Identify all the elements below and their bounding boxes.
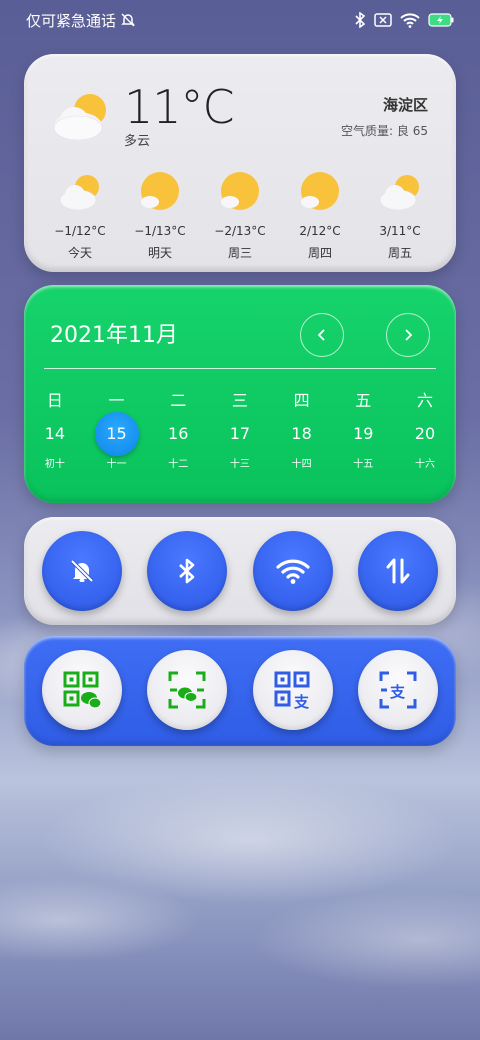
silent-bell-icon [70,559,94,583]
calendar-day-today[interactable]: 15 [94,412,139,456]
no-sim-icon [374,13,392,27]
wechat-scan-button[interactable] [147,650,228,730]
forecast-item: −1/13°C 明天 [120,172,200,261]
calendar-day[interactable]: 19 [341,412,385,456]
weekday-label: 二 [170,391,187,410]
lunar-date: 十六 [414,459,435,470]
wifi-toggle[interactable] [252,531,333,611]
weather-widget[interactable]: 11°C 多云 海淀区 空气质量: 良 65 −1/12°C 今天 −1/13°… [24,54,456,272]
svg-text:支: 支 [293,693,310,710]
weather-condition: 多云 [124,134,151,149]
partly-cloudy-icon [378,172,422,216]
forecast-temp: 3/11°C [379,224,421,238]
forecast-item: 3/11°C 周五 [360,172,440,261]
weekday-label: 六 [416,391,433,410]
day-row: 14 15 16 17 18 19 20 [24,412,456,456]
forecast-day: 明天 [147,246,172,260]
payment-shortcuts-widget: 支 支 [24,636,456,746]
wechat-pay-code-icon [63,671,102,709]
forecast-day: 周五 [387,246,412,260]
calendar-month-title: 2021年11月 [50,323,178,348]
calendar-widget[interactable]: 2021年11月 日 一 二 三 四 五 六 14 15 16 17 18 19… [24,285,456,503]
bluetooth-icon [179,558,195,584]
weekday-label: 日 [46,391,63,410]
battery-charging-icon [428,13,454,27]
alipay-pay-code-button[interactable]: 支 [252,650,333,730]
lunar-date: 十三 [229,459,250,470]
calendar-day[interactable]: 18 [280,412,324,456]
forecast-temp: 2/12°C [299,224,341,238]
lunar-date: 初十 [44,459,65,470]
chevron-left-icon [317,329,325,341]
bluetooth-icon [354,12,366,28]
sunny-cloud-icon [218,172,262,216]
lunar-row: 初十 十一 十二 十三 十四 十五 十六 [24,455,456,470]
forecast-temp: −1/13°C [134,224,186,238]
sunny-cloud-icon [138,172,182,216]
weekday-header: 日 一 二 三 四 五 六 [24,387,456,411]
partly-cloudy-icon [52,92,110,148]
mobile-data-icon [386,558,410,584]
calendar-day[interactable]: 16 [156,412,200,456]
weekday-label: 一 [108,391,125,410]
forecast-item: 2/12°C 周四 [280,172,360,261]
lunar-date: 十五 [353,459,374,470]
next-month-button[interactable] [386,313,430,357]
alipay-pay-code-icon: 支 [274,671,310,710]
forecast-item: −1/12°C 今天 [40,172,120,261]
lunar-date: 十一 [106,459,127,470]
air-quality-label: 空气质量: 良 65 [341,124,428,138]
toggle-row [42,531,438,611]
chevron-right-icon [405,329,413,341]
wifi-icon [400,12,420,28]
status-right [354,12,454,28]
weekday-label: 四 [293,391,310,410]
wechat-pay-code-button[interactable] [42,650,122,730]
silent-mode-toggle[interactable] [42,531,122,611]
quick-toggles-widget [24,517,456,625]
forecast-temp: −2/13°C [214,224,266,238]
current-temperature: 11°C [124,80,235,134]
weekday-label: 三 [231,391,248,410]
bluetooth-toggle[interactable] [147,531,228,611]
alipay-scan-button[interactable]: 支 [357,650,438,730]
alipay-scan-icon: 支 [379,671,417,709]
svg-text:支: 支 [389,683,406,701]
sunny-cloud-icon [298,172,342,216]
status-bar: 仅可紧急通话 [0,0,480,40]
silent-bell-icon [120,12,136,28]
mobile-data-toggle[interactable] [357,531,438,611]
calendar-divider [44,368,436,369]
wechat-scan-icon [168,671,206,709]
forecast-temp: −1/12°C [54,224,106,238]
carrier-text: 仅可紧急通话 [26,11,117,30]
wifi-icon [276,559,310,584]
calendar-day[interactable]: 14 [33,412,77,456]
partly-cloudy-icon [58,172,102,216]
status-left: 仅可紧急通话 [26,10,136,31]
forecast-day: 周三 [227,246,252,260]
location-label: 海淀区 [382,96,428,114]
forecast-day: 周四 [307,246,332,260]
calendar-day[interactable]: 20 [403,412,447,456]
lunar-date: 十四 [291,459,312,470]
forecast-day: 今天 [67,246,92,260]
previous-month-button[interactable] [300,313,344,357]
weekday-label: 五 [355,391,372,410]
shortcut-row: 支 支 [42,650,438,730]
lunar-date: 十二 [168,459,189,470]
forecast-list: −1/12°C 今天 −1/13°C 明天 −2/13°C 周三 2/12°C … [40,172,440,261]
forecast-item: −2/13°C 周三 [200,172,280,261]
calendar-day[interactable]: 17 [218,412,262,456]
